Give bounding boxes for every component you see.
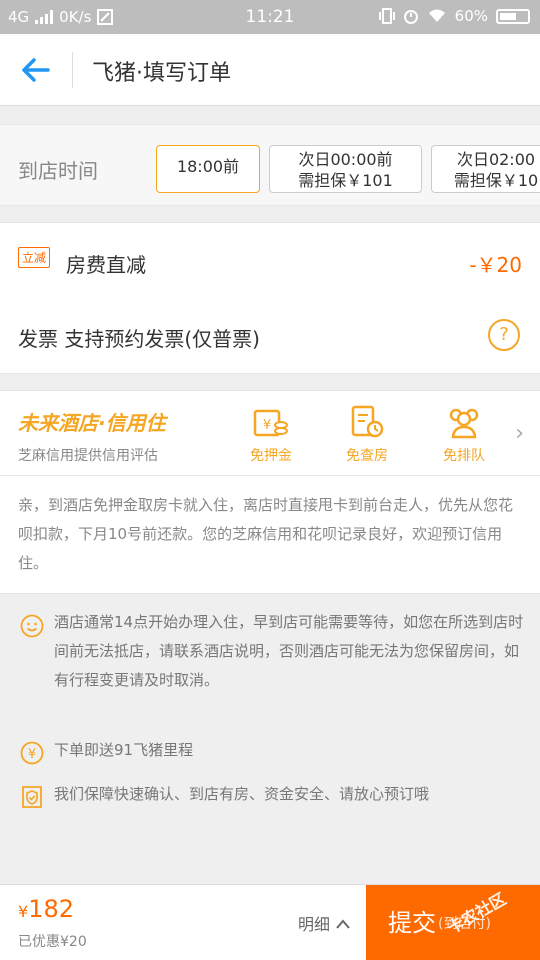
arrival-option-time: 次日00:00前 — [298, 150, 393, 169]
vibrate-icon — [378, 8, 395, 24]
arrival-time-label: 到店时间 — [18, 159, 98, 183]
credit-subtitle: 芝麻信用提供信用评估 — [18, 448, 158, 464]
arrival-option-text: 18:00前 — [176, 157, 240, 176]
credit-title: 未来酒店·信用住 — [18, 411, 166, 435]
battery-icon — [496, 8, 530, 24]
detail-label: 明细 — [298, 915, 331, 934]
divider — [0, 475, 540, 476]
arrival-time-section: 到店时间 18:00前 次日00:00前 需担保￥101 次日02:00 需担保… — [0, 124, 540, 206]
tips-section: 酒店通常14点开始办理入住，早到店可能需要等待，如您在所选到店时间前无法抵店，请… — [0, 594, 540, 884]
nav-divider — [72, 52, 73, 88]
chevron-up-icon — [336, 919, 350, 929]
discount-label: 房费直减 — [66, 253, 146, 277]
wifi-icon — [428, 9, 445, 22]
credit-stay-section: 未来酒店·信用住 芝麻信用提供信用评估 ¥ 免押金 免查房 免排队 › 亲，到酒… — [0, 390, 540, 594]
discount-amount: -￥20 — [469, 253, 522, 277]
perk-label: 免押金 — [250, 448, 292, 464]
smile-icon — [20, 614, 44, 638]
page-title: 飞猪·填写订单 — [92, 61, 231, 86]
question-icon[interactable]: ? — [488, 319, 520, 351]
svg-text:¥: ¥ — [28, 747, 36, 762]
invoice-label: 发票 支持预约发票(仅普票) — [18, 327, 260, 351]
perk-no-checkout-inspection: 免查房 — [332, 405, 402, 465]
arrival-option-0200[interactable]: 次日02:00 需担保￥10 — [431, 145, 540, 193]
back-arrow-icon — [22, 58, 50, 82]
submit-label: 提交 — [388, 909, 436, 937]
arrival-option-guarantee: 需担保￥10 — [453, 171, 539, 190]
perk-label: 免排队 — [443, 448, 485, 464]
people-icon — [449, 408, 479, 439]
saved-amount: 已优惠¥20 — [18, 934, 87, 950]
document-clock-icon — [351, 405, 384, 438]
currency-symbol: ¥ — [18, 902, 29, 921]
discount-section: 立减 房费直减 -￥20 发票 支持预约发票(仅普票) ? — [0, 222, 540, 374]
tip-guarantee-text: 我们保障快速确认、到店有房、资金安全、请放心预订哦 — [54, 785, 430, 803]
battery-percent: 60% — [454, 7, 488, 25]
back-button[interactable] — [18, 54, 54, 86]
perk-label: 免查房 — [346, 448, 388, 464]
discount-tag: 立减 — [18, 247, 51, 268]
perk-no-deposit: ¥ 免押金 — [236, 405, 306, 465]
arrival-option-1800[interactable]: 18:00前 — [156, 145, 260, 193]
svg-text:¥: ¥ — [263, 418, 271, 433]
tip-checkin-text: 酒店通常14点开始办理入住，早到店可能需要等待，如您在所选到店时间前无法抵店，请… — [54, 613, 524, 689]
tip-miles-text: 下单即送91飞猪里程 — [54, 741, 194, 759]
status-bar: 4G 0K/s 11:21 60% — [0, 0, 540, 34]
perk-no-queue: 免排队 — [429, 405, 499, 465]
yen-icon: ¥ — [20, 741, 44, 765]
price-value: 182 — [28, 895, 74, 923]
shield-icon — [22, 786, 42, 808]
credit-description: 亲，到酒店免押金取房卡就入住，离店时直接甩卡到前台走人，优先从您花呗扣款，下月1… — [18, 496, 514, 572]
status-right: 60% — [378, 7, 530, 25]
arrival-option-guarantee: 需担保￥101 — [298, 171, 393, 190]
arrival-option-time: 次日02:00 — [456, 150, 536, 169]
chevron-right-icon[interactable]: › — [515, 421, 524, 446]
total-price: ¥182 — [18, 895, 74, 923]
alarm-icon — [403, 10, 418, 24]
arrival-option-0000[interactable]: 次日00:00前 需担保￥101 — [269, 145, 422, 193]
deposit-icon: ¥ — [253, 409, 288, 437]
nav-bar: 飞猪·填写订单 — [0, 34, 540, 106]
price-detail-button[interactable]: 明细 — [298, 911, 351, 935]
